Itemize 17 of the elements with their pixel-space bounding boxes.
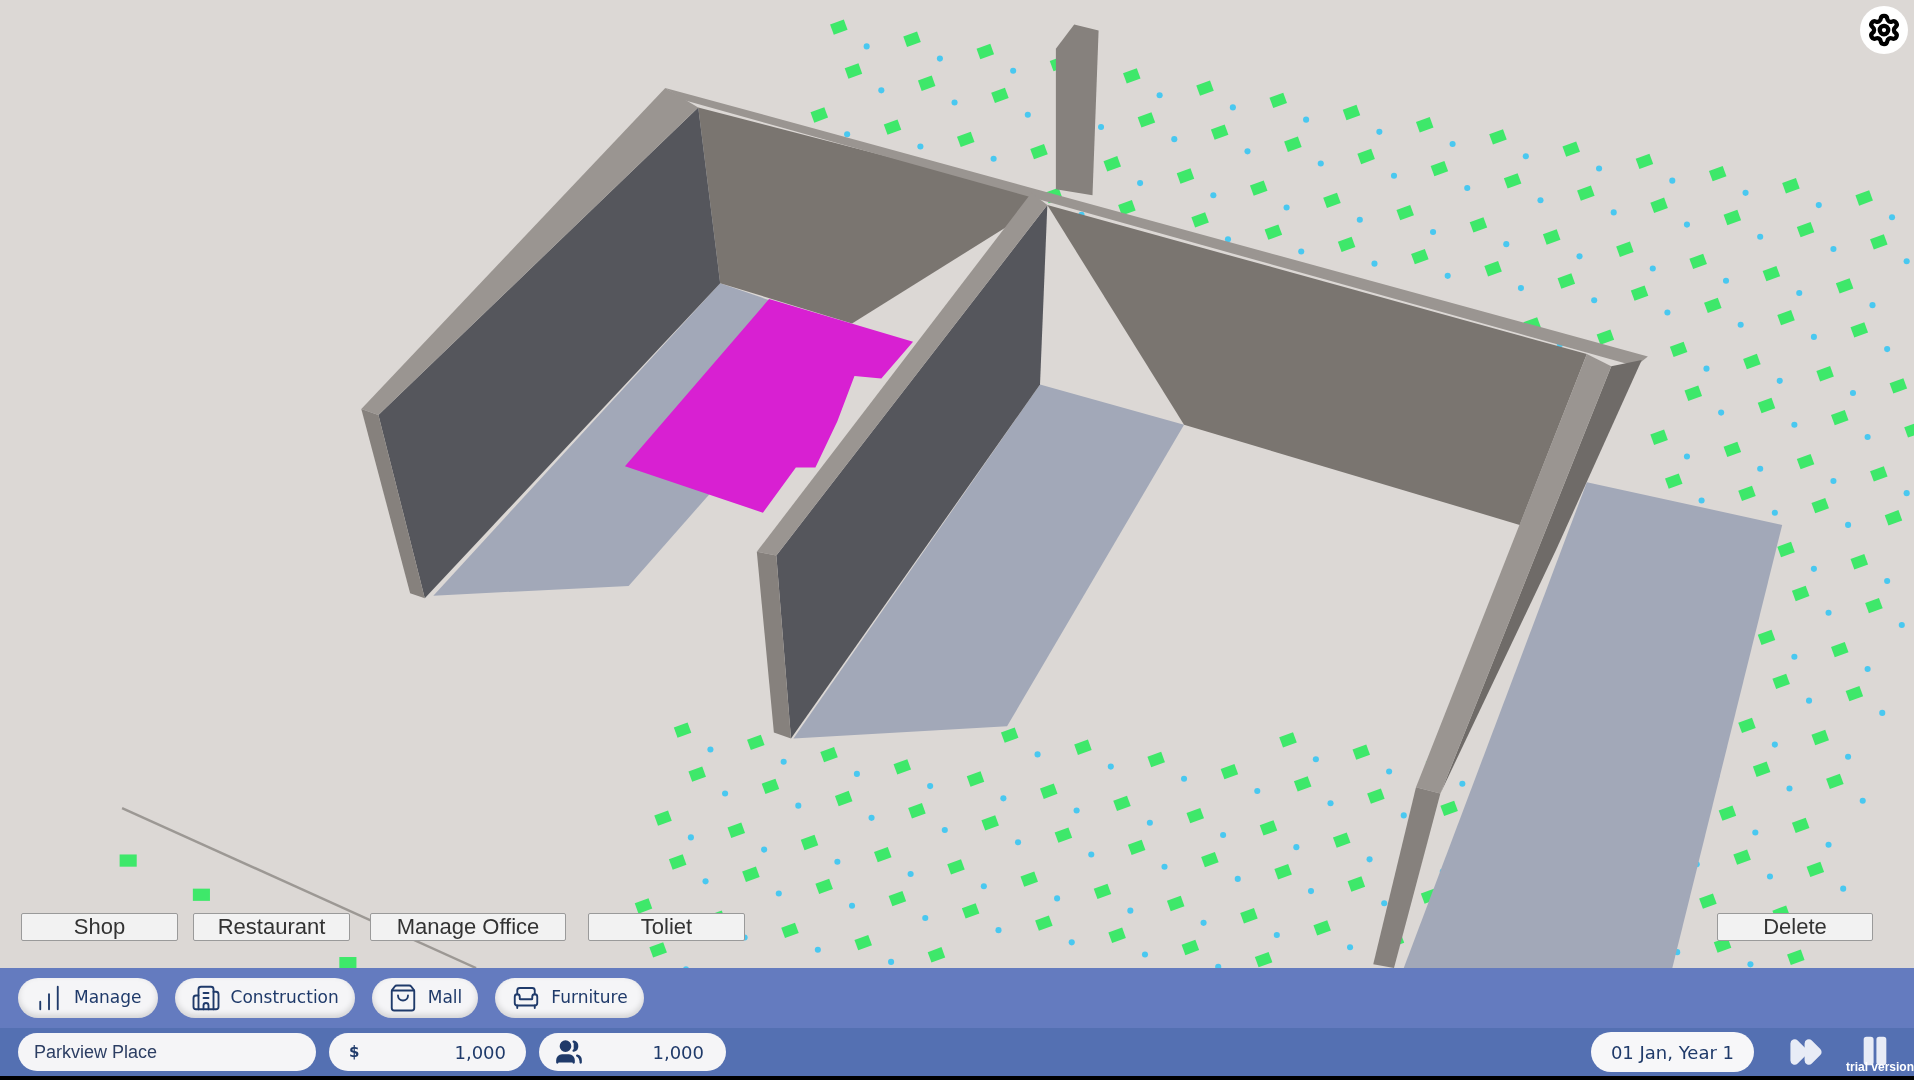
action-button[interactable]: Toliet (588, 913, 745, 941)
action-button[interactable]: Restaurant (193, 913, 350, 941)
currency-symbol: $ (349, 1041, 360, 1063)
menu-tab[interactable]: Manage (18, 978, 158, 1018)
settings-icon (1867, 13, 1901, 47)
location-field[interactable]: Parkview Place (18, 1033, 316, 1071)
money-value: 1,000 (454, 1040, 506, 1065)
menu-tab[interactable]: Furniture (495, 978, 644, 1018)
action-button[interactable]: Delete (1717, 913, 1873, 941)
population-value: 1,000 (652, 1040, 704, 1065)
menu-tab[interactable]: Mall (371, 978, 479, 1018)
menu-tab[interactable]: Construction (174, 978, 355, 1018)
action-button[interactable]: Shop (21, 913, 178, 941)
action-button[interactable]: Manage Office (370, 913, 566, 941)
building-icon (190, 983, 221, 1013)
people-icon (555, 1038, 583, 1066)
date-display: 01 Jan, Year 1 (1590, 1032, 1754, 1072)
